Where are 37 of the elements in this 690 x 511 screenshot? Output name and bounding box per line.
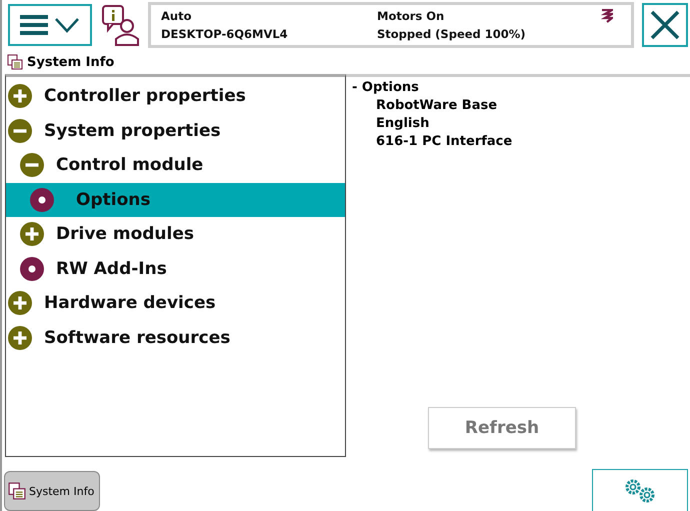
view-title: System Info bbox=[27, 54, 114, 70]
settings-button[interactable] bbox=[592, 469, 688, 511]
taskbar-button[interactable]: System Info bbox=[4, 471, 100, 511]
collapse-icon[interactable] bbox=[8, 118, 32, 143]
option-item: RobotWare Base bbox=[375, 97, 498, 115]
refresh-button[interactable]: Refresh bbox=[428, 407, 576, 449]
system-info-icon bbox=[8, 482, 26, 500]
tree-item[interactable]: Control module bbox=[6, 148, 345, 182]
motor-state: Motors On bbox=[377, 9, 446, 23]
expand-icon[interactable] bbox=[20, 222, 44, 246]
status-panel[interactable]: Auto Motors On DESKTOP-6Q6MVL4 Stopped (Speed 100%) bbox=[148, 2, 634, 48]
tree-item[interactable]: RW Add-Ins bbox=[6, 252, 345, 286]
expand-icon[interactable] bbox=[8, 84, 32, 108]
details-heading: - Options bbox=[352, 79, 420, 97]
close-button[interactable] bbox=[642, 3, 688, 47]
tree-item[interactable]: Controller properties bbox=[6, 79, 345, 114]
tree-item[interactable]: Hardware devices bbox=[6, 286, 345, 320]
chevron-down-icon bbox=[54, 17, 80, 33]
robot-status-icon bbox=[601, 9, 613, 23]
system-name: DESKTOP-6Q6MVL4 bbox=[161, 27, 289, 41]
expand-icon[interactable] bbox=[8, 291, 32, 316]
dot-icon bbox=[30, 188, 54, 212]
menu-button[interactable] bbox=[8, 4, 92, 46]
operating-mode: Auto bbox=[161, 9, 192, 23]
system-info-icon bbox=[7, 54, 23, 70]
option-item: English bbox=[375, 115, 430, 133]
menu-icon bbox=[20, 14, 48, 36]
tree-item[interactable]: System properties bbox=[6, 114, 345, 148]
program-state: Stopped (Speed 100%) bbox=[377, 27, 527, 41]
option-item: 616-1 PC Interface bbox=[375, 133, 514, 151]
tree-item[interactable]: Drive modules bbox=[6, 217, 345, 252]
tree-item[interactable]: Options bbox=[6, 182, 345, 217]
tree-item[interactable]: Software resources bbox=[6, 320, 345, 355]
info-person-icon[interactable] bbox=[100, 3, 140, 47]
dot-icon bbox=[20, 256, 44, 281]
expand-icon[interactable] bbox=[8, 326, 32, 350]
collapse-icon[interactable] bbox=[20, 153, 44, 178]
